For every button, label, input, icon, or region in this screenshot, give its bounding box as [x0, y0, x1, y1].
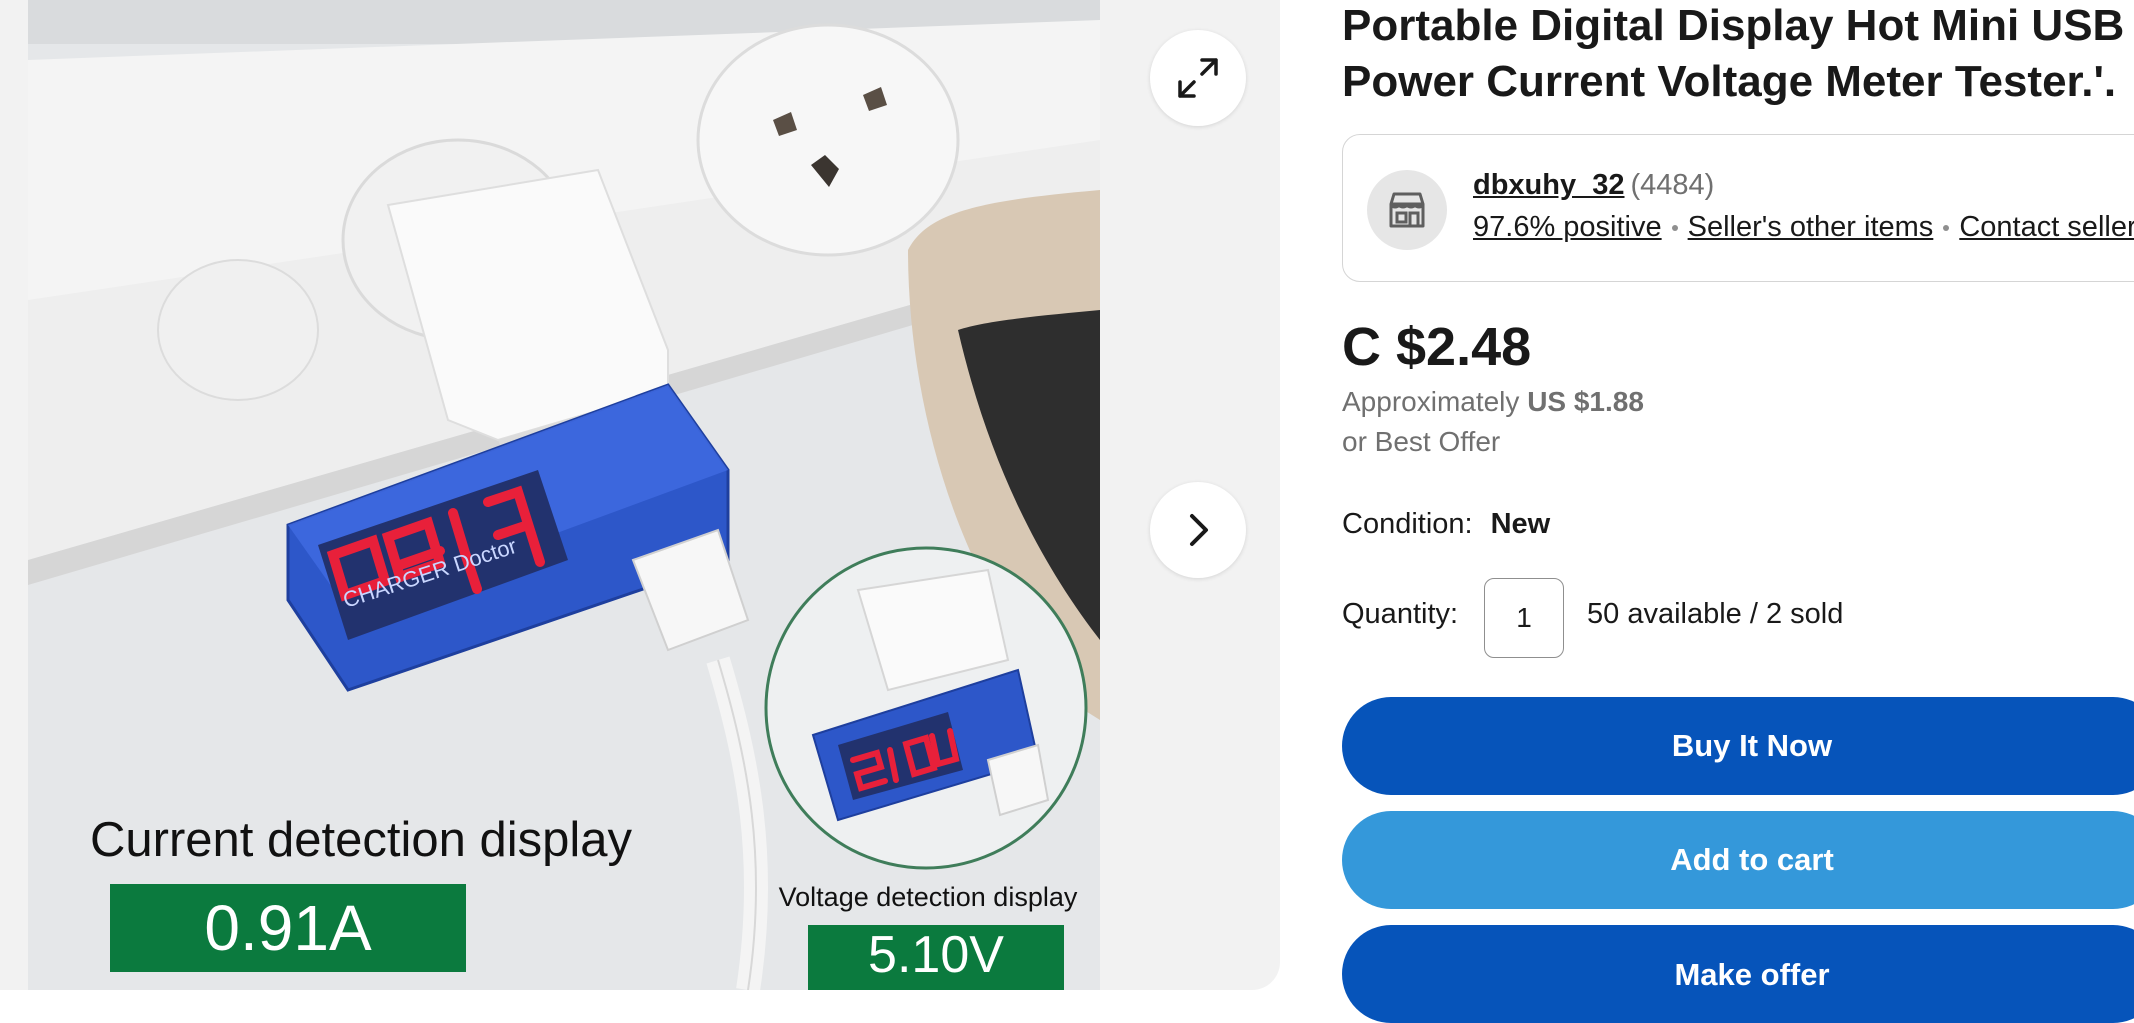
seller-other-items-link[interactable]: Seller's other items [1688, 211, 1934, 243]
approx-price: Approximately US $1.88 [1342, 386, 1644, 418]
voltage-caption: Voltage detection display [779, 882, 1078, 912]
expand-button[interactable] [1150, 30, 1246, 126]
quantity-label: Quantity: [1342, 598, 1459, 630]
title-line-1: Portable Digital Display Hot Mini USB [1342, 1, 2125, 50]
best-offer-note: or Best Offer [1342, 426, 1501, 457]
current-value: 0.91A [204, 892, 372, 964]
product-title: Portable Digital Display Hot Mini USB Po… [1342, 0, 2134, 110]
item-info-panel: Portable Digital Display Hot Mini USB Po… [1342, 0, 2134, 1023]
quantity-input[interactable] [1484, 578, 1564, 658]
next-image-button[interactable] [1150, 482, 1246, 578]
positive-feedback-link[interactable]: 97.6% positive [1473, 211, 1662, 243]
approx-value: US $1.88 [1527, 386, 1644, 417]
product-image[interactable]: Current detection display 0.91A Voltage … [28, 0, 1100, 990]
image-gallery: Current detection display 0.91A Voltage … [0, 0, 1280, 990]
separator-dot [1943, 225, 1950, 232]
price: C $2.48 [1342, 317, 1532, 377]
seller-card: dbxuhy_32 (4484) 97.6% positive Seller's o… [1342, 134, 2134, 282]
condition-row: Condition: New [1342, 508, 1550, 541]
make-offer-button[interactable]: Make offer [1342, 925, 2134, 1023]
voltage-value: 5.10V [868, 926, 1004, 984]
add-to-cart-button[interactable]: Add to cart [1342, 811, 2134, 909]
chevron-right-icon [1190, 514, 1208, 546]
buy-it-now-button[interactable]: Buy It Now [1342, 697, 2134, 795]
seller-name-link[interactable]: dbxuhy_32 [1473, 169, 1625, 201]
condition-label: Condition: [1342, 508, 1473, 540]
title-line-2: Power Current Voltage Meter Tester.'. [1342, 57, 2117, 106]
condition-value: New [1490, 508, 1551, 540]
contact-seller-link[interactable]: Contact seller [1959, 211, 2134, 243]
expand-icon [1178, 58, 1218, 98]
current-caption: Current detection display [90, 813, 633, 867]
quantity-available: 50 available / 2 sold [1587, 598, 1844, 630]
store-icon [1367, 170, 1447, 250]
separator-dot [1671, 225, 1678, 232]
approx-prefix: Approximately [1342, 386, 1520, 417]
seller-feedback-count: (4484) [1630, 169, 1715, 201]
